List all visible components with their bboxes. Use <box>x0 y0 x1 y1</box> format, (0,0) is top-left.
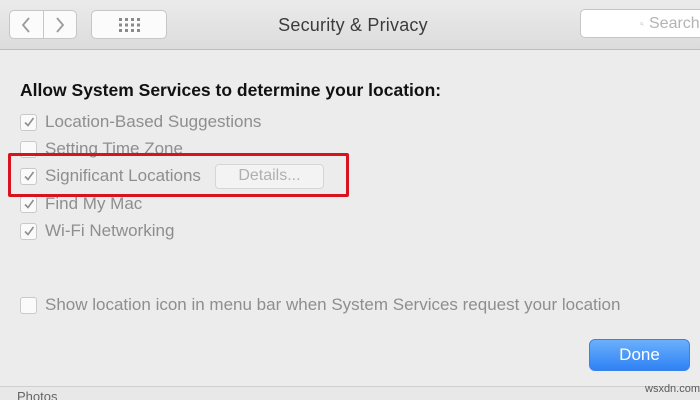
checkmark-icon <box>23 117 34 127</box>
wifi-networking-checkbox[interactable] <box>20 222 37 240</box>
highlight-annotation <box>8 153 349 197</box>
location-based-suggestions-checkbox[interactable] <box>20 113 37 131</box>
watermark: wsxdn.com <box>645 383 700 395</box>
option-wifi-networking: Wi-Fi Networking <box>20 220 174 242</box>
search-field[interactable] <box>580 9 700 38</box>
option-show-location-icon: Show location icon in menu bar when Syst… <box>20 294 620 316</box>
done-button[interactable]: Done <box>589 339 690 371</box>
search-input[interactable] <box>649 14 700 33</box>
wifi-networking-label: Wi-Fi Networking <box>45 221 175 240</box>
show-location-icon-checkbox[interactable] <box>20 296 37 314</box>
show-location-icon-label: Show location icon in menu bar when Syst… <box>45 295 621 314</box>
window-toolbar: Security & Privacy <box>0 0 700 50</box>
location-services-heading: Allow System Services to determine your … <box>20 80 442 100</box>
checkmark-icon <box>23 199 34 209</box>
search-icon <box>640 21 644 26</box>
underlying-window-strip: Photos <box>0 386 700 400</box>
location-based-suggestions-label: Location-Based Suggestions <box>45 112 262 131</box>
partial-photos-label: Photos <box>17 389 58 400</box>
find-my-mac-label: Find My Mac <box>45 194 143 213</box>
find-my-mac-checkbox[interactable] <box>20 195 37 213</box>
option-location-based-suggestions: Location-Based Suggestions <box>20 111 261 133</box>
checkmark-icon <box>23 226 34 236</box>
